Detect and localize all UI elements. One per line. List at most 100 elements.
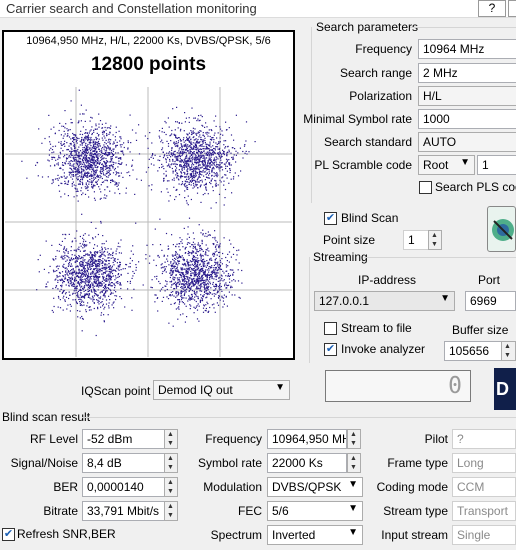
port-input[interactable]: 6969 xyxy=(465,291,516,311)
constellation-point xyxy=(62,265,64,267)
constellation-point xyxy=(191,297,193,299)
constellation-point xyxy=(131,165,133,167)
arrow-down-icon: ▼ xyxy=(350,440,357,447)
constellation-point xyxy=(85,273,88,275)
constellation-point xyxy=(60,167,62,170)
constellation-point xyxy=(201,139,203,141)
constellation-point xyxy=(193,280,196,282)
constellation-point xyxy=(65,250,67,252)
constellation-point xyxy=(79,242,81,245)
constellation-point xyxy=(92,144,95,146)
ip-address-select[interactable]: 127.0.0.1 ▼ xyxy=(314,291,455,311)
point-size-input[interactable]: 1 xyxy=(403,230,429,250)
constellation-point xyxy=(203,279,205,281)
result-frequency-spinner[interactable]: ▲ ▼ xyxy=(347,429,361,449)
constellation-point xyxy=(80,299,82,301)
polarization-select[interactable]: H/L xyxy=(418,86,516,106)
buffer-size-spinner[interactable]: ▲ ▼ xyxy=(501,341,516,361)
constellation-point xyxy=(81,274,83,276)
search-standard-select[interactable]: AUTO xyxy=(418,132,516,152)
constellation-point xyxy=(212,154,214,156)
constellation-point xyxy=(154,154,156,156)
buffer-size-input[interactable]: 105656 xyxy=(444,341,502,361)
rf-level-spinner[interactable]: ▲ ▼ xyxy=(164,429,178,449)
constellation-point xyxy=(127,141,129,144)
blind-scan-checkbox[interactable]: ✔ xyxy=(324,212,337,225)
constellation-point xyxy=(186,169,188,171)
constellation-point xyxy=(80,269,83,271)
constellation-point xyxy=(190,305,192,307)
pl-scramble-code-input[interactable]: 1 xyxy=(477,155,516,175)
result-fec-select[interactable]: 5/6 ▼ xyxy=(267,501,363,521)
constellation-point xyxy=(72,157,74,159)
constellation-point xyxy=(190,175,192,177)
constellation-point xyxy=(181,149,183,151)
refresh-snr-ber-checkbox[interactable]: ✔ xyxy=(2,528,15,541)
constellation-point xyxy=(93,153,95,156)
constellation-point xyxy=(167,245,169,247)
constellation-point xyxy=(113,258,116,260)
constellation-point xyxy=(98,273,100,275)
pl-scramble-mode-select[interactable]: Root ▼ xyxy=(418,155,475,175)
constellation-point xyxy=(84,283,87,285)
ber-spinner[interactable]: ▲ ▼ xyxy=(164,477,178,497)
help-button[interactable]: ? xyxy=(478,0,506,17)
constellation-point xyxy=(94,166,96,168)
constellation-point xyxy=(64,252,66,254)
constellation-point xyxy=(182,257,184,259)
port-label: Port xyxy=(478,273,501,287)
result-spectrum-select[interactable]: Inverted ▼ xyxy=(267,525,363,545)
frequency-input[interactable]: 10964 MHz xyxy=(418,39,516,59)
constellation-point xyxy=(208,159,210,161)
result-modulation-select[interactable]: DVBS/QPSK ▼ xyxy=(267,477,363,497)
arrow-down-icon: ▼ xyxy=(504,352,511,359)
constellation-point xyxy=(93,171,95,173)
constellation-point xyxy=(234,148,236,150)
search-pls-checkbox[interactable] xyxy=(419,181,432,194)
constellation-point xyxy=(57,174,59,176)
stream-to-file-checkbox[interactable] xyxy=(324,322,337,335)
constellation-point xyxy=(199,254,201,256)
constellation-point xyxy=(63,172,65,174)
close-button[interactable] xyxy=(508,0,516,17)
bitrate-spinner[interactable]: ▲ ▼ xyxy=(164,501,178,521)
constellation-point xyxy=(148,262,151,264)
constellation-point xyxy=(209,166,211,168)
result-symbol-rate-spinner[interactable]: ▲ ▼ xyxy=(347,453,361,473)
constellation-point xyxy=(197,118,199,120)
invoke-analyzer-checkbox[interactable]: ✔ xyxy=(324,343,337,356)
constellation-point xyxy=(73,141,75,144)
constellation-point xyxy=(59,307,62,309)
constellation-point xyxy=(86,154,88,157)
min-symbol-rate-input[interactable]: 1000 xyxy=(418,109,516,129)
constellation-point xyxy=(72,268,74,270)
constellation-point xyxy=(166,165,168,167)
constellation-point xyxy=(236,249,238,252)
constellation-point xyxy=(158,135,160,137)
constellation-point xyxy=(107,186,109,188)
constellation-point xyxy=(174,154,176,156)
constellation-point xyxy=(213,139,215,141)
constellation-point xyxy=(196,157,198,159)
constellation-point xyxy=(108,295,110,297)
constellation-point xyxy=(184,190,186,192)
snr-spinner[interactable]: ▲ ▼ xyxy=(164,453,178,473)
constellation-point xyxy=(99,282,101,285)
constellation-point xyxy=(106,167,108,169)
constellation-point xyxy=(172,152,174,154)
constellation-point xyxy=(80,276,82,278)
constellation-point xyxy=(93,271,95,273)
constellation-point xyxy=(199,141,201,143)
constellation-point xyxy=(177,285,179,287)
constellation-point xyxy=(109,271,111,273)
iqscan-select[interactable]: Demod IQ out ▼ xyxy=(153,380,290,400)
constellation-point xyxy=(80,172,82,174)
constellation-point xyxy=(181,183,183,185)
constellation-point xyxy=(45,240,47,242)
constellation-point xyxy=(197,277,199,279)
constellation-point xyxy=(219,137,221,139)
constellation-point xyxy=(171,234,173,236)
point-size-spinner[interactable]: ▲ ▼ xyxy=(428,230,442,250)
search-range-input[interactable]: 2 MHz xyxy=(418,63,516,83)
constellation-point xyxy=(89,142,91,144)
